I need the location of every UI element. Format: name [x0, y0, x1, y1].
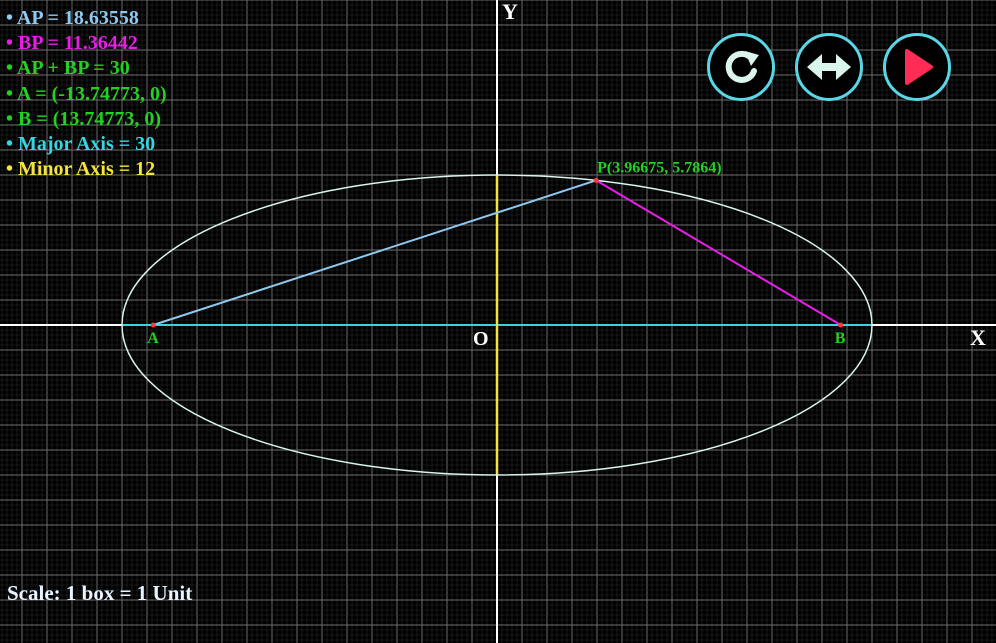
- reset-button[interactable]: [707, 33, 775, 101]
- double-arrow-icon: [807, 54, 851, 80]
- focus-b-label: B: [835, 330, 846, 347]
- focus-b-point: [838, 322, 844, 328]
- ap-segment: [152, 179, 597, 326]
- minor-axis-length: • Minor Axis = 12: [6, 158, 156, 181]
- bp-length: • BP = 11.36442: [6, 32, 138, 55]
- origin-label: O: [473, 328, 489, 350]
- focus-b-coordinates: • B = (13.74773, 0): [6, 107, 162, 130]
- x-axis-label: X: [970, 325, 986, 350]
- major-axis-length: • Major Axis = 30: [6, 133, 156, 156]
- focus-a-point: [150, 322, 156, 328]
- point-p[interactable]: [593, 177, 599, 183]
- scale-note: Scale: 1 box = 1 Unit: [7, 581, 193, 605]
- swap-button[interactable]: [795, 33, 863, 101]
- refresh-icon: [725, 50, 759, 83]
- play-icon: [905, 49, 933, 85]
- bp-segment: [595, 179, 842, 326]
- focus-a-label: A: [147, 330, 159, 347]
- ap-length: • AP = 18.63558: [6, 7, 139, 29]
- info-panel: • AP = 18.63558 • BP = 11.36442 • AP + B…: [6, 6, 167, 182]
- point-p-label: P(3.96675, 5.7864): [597, 159, 721, 176]
- distance-sum: • AP + BP = 30: [6, 57, 130, 80]
- play-button[interactable]: [883, 33, 951, 101]
- focus-a-coordinates: • A = (-13.74773, 0): [6, 82, 167, 105]
- y-axis-label: Y: [502, 0, 518, 24]
